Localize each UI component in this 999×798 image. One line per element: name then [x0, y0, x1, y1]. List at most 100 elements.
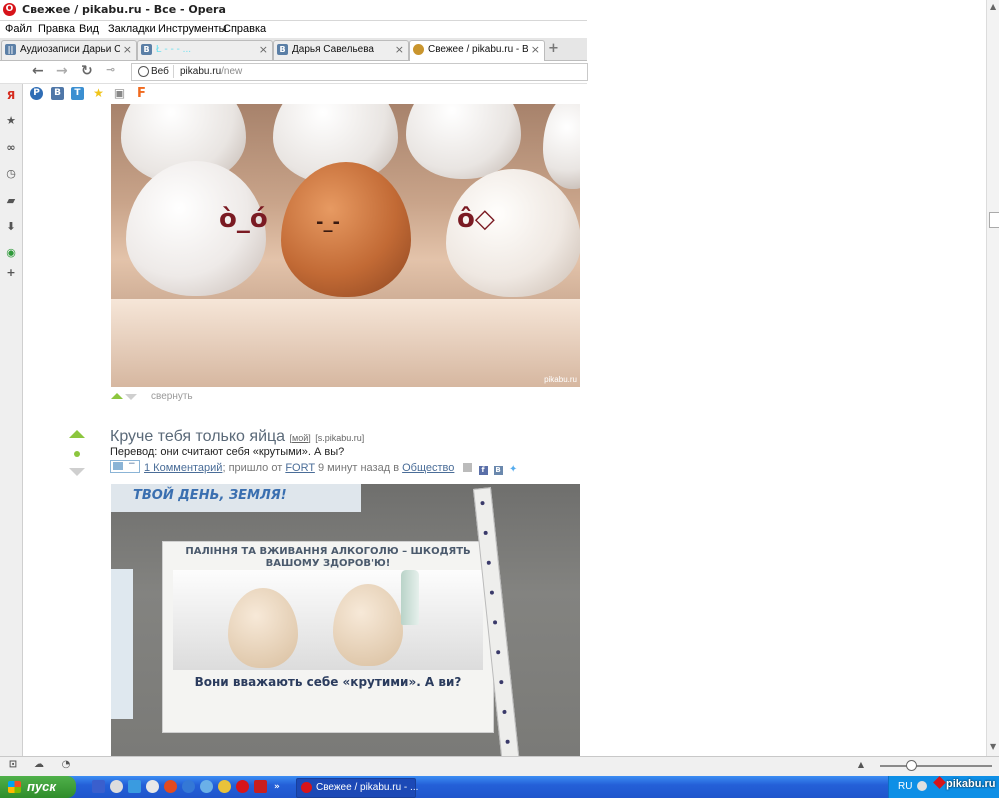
upvote-icon[interactable] [111, 393, 123, 399]
menu-view[interactable]: Вид [79, 23, 99, 35]
meta-from: ; пришло от [222, 462, 283, 474]
opera-icon[interactable] [236, 780, 249, 793]
chrome-icon[interactable] [218, 780, 231, 793]
chevron-right-icon[interactable]: » [274, 782, 282, 792]
quicklaunch-icon-4[interactable] [146, 780, 159, 793]
comments-link[interactable]: 1 Комментарий [144, 462, 222, 474]
speed-dial-icon[interactable]: ◔ [60, 759, 72, 771]
menu-bookmarks[interactable]: Закладки [108, 23, 156, 35]
menu-tools[interactable]: Инструменты [158, 23, 227, 35]
forward-icon[interactable]: → [56, 63, 68, 79]
save-icon[interactable] [463, 463, 473, 472]
start-button[interactable]: пуск [0, 776, 76, 798]
t-icon[interactable]: T [71, 87, 84, 100]
menu-edit[interactable]: Правка [38, 23, 75, 35]
link-icon[interactable]: ∞ [5, 142, 17, 154]
key-icon[interactable]: ⊸ [106, 63, 115, 76]
vk-share-icon[interactable]: В [493, 466, 503, 475]
newspaper-headline: ТВОЙ ДЕНЬ, ЗЕМЛЯ! [133, 488, 287, 503]
title-bar: O Свежее / pikabu.ru - Все - Opera [0, 0, 587, 21]
status-bar: ⊡ ☁ ◔ ▲ [0, 756, 999, 776]
url-text[interactable]: pikabu.ru/new [180, 66, 242, 77]
system-tray: RU pikabu.ru [888, 776, 999, 798]
quicklaunch-icon-5[interactable] [164, 780, 177, 793]
address-toolbar: ← → ↻ ⊸ Веб pikabu.ru/new [0, 61, 588, 84]
bookmarks-bar: P В T ★ ▣ F [0, 84, 587, 104]
rating-dot [74, 451, 80, 457]
tab-vk[interactable]: В Ł - - - ... × [137, 40, 273, 60]
tray-icon[interactable] [917, 781, 927, 791]
tab-label: Свежее / pikabu.ru - Все [428, 44, 528, 55]
search-engine-badge[interactable]: Веб [135, 65, 174, 78]
p-icon[interactable]: P [30, 87, 43, 100]
cloud-icon[interactable]: ☁ [33, 759, 45, 771]
zoom-menu-icon[interactable]: ▲ [855, 759, 867, 771]
quicklaunch-icon-1[interactable] [92, 780, 105, 793]
post-title-text[interactable]: Круче тебя только яйца [110, 428, 285, 445]
post-image-eggs[interactable]: ò_ó -_- ô◇ pikabu.ru [111, 104, 580, 387]
author-link[interactable]: FORT [285, 462, 315, 474]
close-icon[interactable]: × [531, 43, 540, 56]
new-tab-icon[interactable]: + [548, 41, 559, 56]
quicklaunch-icon-2[interactable] [110, 780, 123, 793]
menu-file[interactable]: Файл [5, 23, 32, 35]
zoom-slider-handle[interactable] [906, 760, 917, 771]
opera-logo-icon[interactable]: O [3, 3, 16, 16]
tag-mine[interactable]: мой [292, 433, 308, 443]
angry-face-left: ò_ó [219, 204, 268, 234]
f-icon[interactable]: F [135, 87, 148, 100]
downvote-icon[interactable] [69, 468, 85, 476]
star-icon[interactable]: ★ [92, 87, 105, 100]
screenshot-icon[interactable]: ▣ [113, 87, 126, 100]
scroll-thumb[interactable] [989, 212, 999, 228]
collapse-link[interactable]: свернуть [151, 391, 193, 402]
quicklaunch-icon-7[interactable] [200, 780, 213, 793]
vertical-scrollbar[interactable]: ▲ ▼ [986, 0, 999, 756]
vk-icon[interactable]: В [51, 87, 64, 100]
image-toggle-button[interactable]: − [110, 459, 140, 473]
opera-icon [301, 782, 312, 793]
tab-profile[interactable]: В Дарья Савельева × [273, 40, 409, 60]
post-image-poster[interactable]: ТВОЙ ДЕНЬ, ЗЕМЛЯ! ПАЛІННЯ ТА ВЖИВАННЯ АЛ… [111, 484, 580, 756]
category-link[interactable]: Общество [402, 462, 454, 474]
tab-audio[interactable]: || Аудиозаписи Дарьи Са... × [1, 40, 137, 60]
language-indicator[interactable]: RU [898, 781, 912, 792]
close-icon[interactable]: × [259, 43, 268, 56]
photo-icon [113, 462, 123, 470]
history-icon[interactable]: ◷ [5, 168, 17, 180]
close-icon[interactable]: × [395, 43, 404, 56]
bookmarks-star-icon[interactable]: ★ [5, 115, 17, 127]
scroll-up-icon[interactable]: ▲ [990, 2, 996, 11]
zoom-slider[interactable] [880, 765, 992, 767]
post-meta: − 1 Комментарий; пришло от FORT 9 минут … [110, 459, 518, 475]
reload-icon[interactable]: ↻ [81, 63, 93, 79]
quicklaunch-icon-3[interactable] [128, 780, 141, 793]
upvote-icon[interactable] [69, 430, 85, 438]
post-title[interactable]: Круче тебя только яйца [мой] [s.pikabu.r… [110, 428, 364, 446]
taskbar-item-label: Свежее / pikabu.ru - ... [316, 782, 419, 793]
taskbar-item-opera[interactable]: Свежее / pikabu.ru - ... [296, 778, 419, 798]
angry-face-right: ô◇ [457, 204, 495, 234]
back-icon[interactable]: ← [32, 63, 44, 79]
angry-face-center: -_- [316, 212, 340, 233]
notes-icon[interactable]: ▰ [5, 195, 17, 207]
downloads-icon[interactable]: ⬇ [5, 221, 17, 233]
yandex-icon[interactable]: Я [5, 90, 17, 102]
downvote-icon[interactable] [125, 394, 137, 400]
scroll-down-icon[interactable]: ▼ [990, 742, 996, 751]
quicklaunch-icon-6[interactable] [182, 780, 195, 793]
widget-icon[interactable]: ◉ [5, 247, 17, 259]
add-panel-icon[interactable]: + [5, 267, 17, 279]
twitter-icon[interactable]: ✦ [509, 465, 518, 475]
close-icon[interactable]: × [123, 43, 132, 56]
poster-scene [173, 570, 483, 670]
quicklaunch-icon-10[interactable] [254, 780, 267, 793]
post-time: 9 минут назад в [317, 462, 400, 474]
facebook-icon[interactable]: f [478, 466, 488, 475]
menu-help[interactable]: Справка [223, 23, 266, 35]
address-field[interactable]: Веб pikabu.ru/new [131, 63, 588, 81]
short-link[interactable]: s.pikabu.ru [318, 433, 362, 443]
panel-toggle-icon[interactable]: ⊡ [7, 759, 19, 771]
tab-pikabu[interactable]: Свежее / pikabu.ru - Все × [409, 40, 545, 61]
poster-heading: ПАЛІННЯ ТА ВЖИВАННЯ АЛКОГОЛЮ – ШКОДЯТЬ В… [185, 546, 471, 569]
